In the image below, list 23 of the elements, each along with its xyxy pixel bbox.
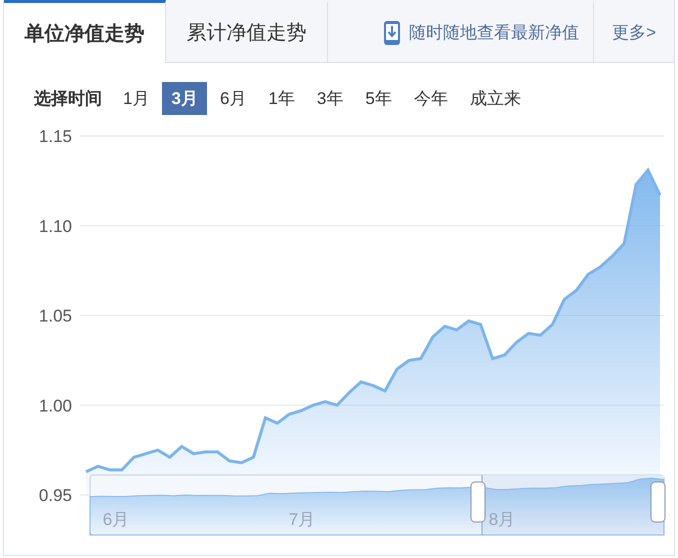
y-axis-label: 1.00: [38, 396, 72, 416]
y-axis-label: 1.10: [38, 216, 72, 236]
time-range-option[interactable]: 5年: [356, 82, 401, 114]
y-axis-label: 1.15: [38, 127, 72, 146]
time-range-option[interactable]: 3月: [162, 82, 207, 114]
range-handle[interactable]: [470, 482, 486, 522]
phone-download-icon: [383, 20, 402, 46]
time-range-option[interactable]: 成立来: [460, 82, 530, 114]
navigator-month-label: 7月: [288, 510, 316, 529]
chart-tab[interactable]: 单位净值走势: [4, 0, 166, 63]
range-handle[interactable]: [650, 482, 666, 522]
y-axis-label: 1.05: [38, 306, 72, 326]
navigator-month-label: 6月: [102, 510, 130, 529]
time-range-option[interactable]: 今年: [404, 82, 457, 114]
time-range-option[interactable]: 1年: [259, 82, 304, 114]
time-range-label: 选择时间: [34, 88, 102, 110]
mobile-app-link[interactable]: 随时随地查看最新净值: [369, 0, 594, 62]
y-axis-label: 0.95: [38, 486, 72, 505]
time-range-option[interactable]: 3年: [308, 82, 352, 114]
time-range-option[interactable]: 1月: [114, 82, 158, 114]
navigator-month-label: 8月: [488, 510, 516, 529]
time-range-option[interactable]: 6月: [210, 82, 256, 114]
more-link[interactable]: 更多>: [593, 0, 674, 62]
